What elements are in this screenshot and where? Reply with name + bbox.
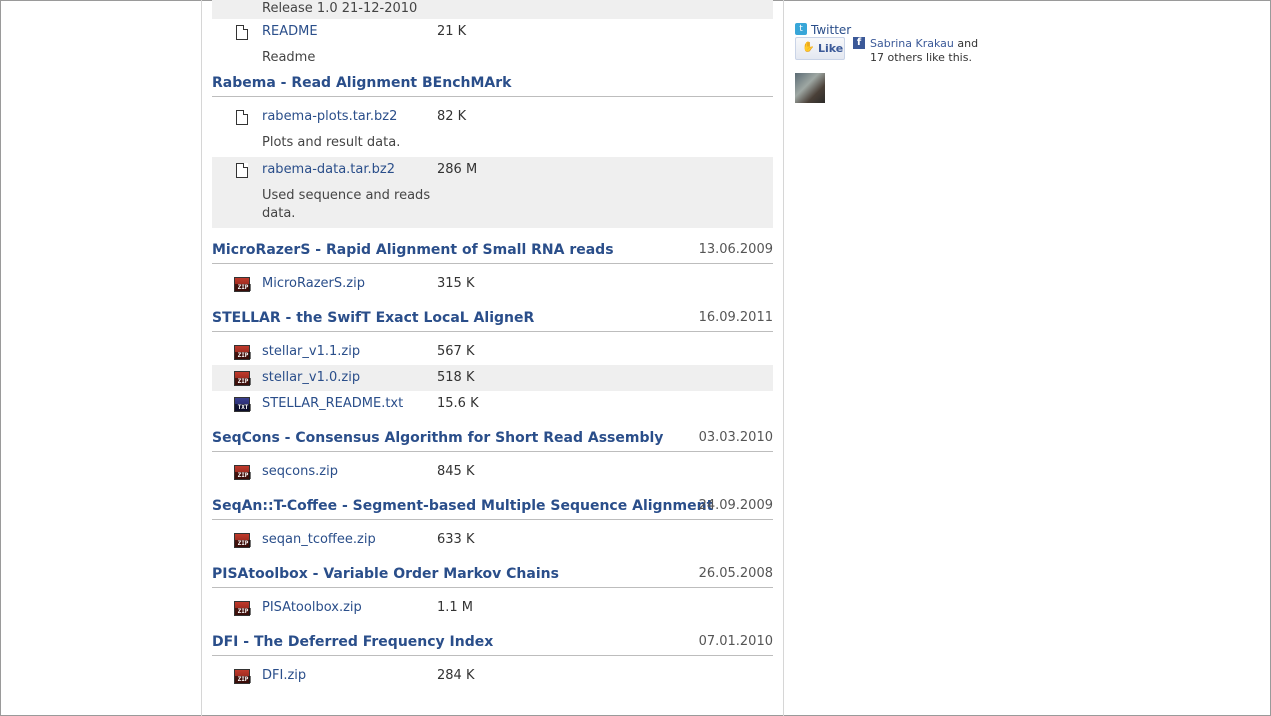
facebook-icon: f <box>853 37 865 49</box>
file-link[interactable]: rabema-plots.tar.bz2 <box>262 109 397 125</box>
section-header: MicroRazerS - Rapid Alignment of Small R… <box>212 238 773 272</box>
txt-file-icon: TXT <box>234 396 251 413</box>
zip-file-icon: ZIP <box>234 276 251 293</box>
file-link[interactable]: DFI.zip <box>262 668 306 684</box>
file-row: ZIP seqan_tcoffee.zip 633 K <box>212 527 773 553</box>
file-size: 284 K <box>437 668 475 683</box>
file-description: Plots and result data. <box>262 135 401 150</box>
facebook-like-button[interactable]: ✋ Like <box>795 37 845 60</box>
content-right-border <box>783 0 784 716</box>
file-size: 518 K <box>437 370 475 385</box>
file-size: 845 K <box>437 464 475 479</box>
file-link[interactable]: stellar_v1.1.zip <box>262 344 360 360</box>
file-link[interactable]: seqcons.zip <box>262 464 338 480</box>
zip-file-icon: ZIP <box>234 464 251 481</box>
section-date: 03.03.2010 <box>698 430 773 445</box>
zip-file-icon: ZIP <box>234 344 251 361</box>
section-title[interactable]: Rabema - Read Alignment BEnchMArk <box>212 71 511 95</box>
document-icon <box>234 162 250 179</box>
file-size: 15.6 K <box>437 396 479 411</box>
file-size: 567 K <box>437 344 475 359</box>
section-divider <box>212 331 773 332</box>
file-link[interactable]: seqan_tcoffee.zip <box>262 532 376 548</box>
file-row: rabema-data.tar.bz2 286 M <box>212 157 773 183</box>
release-text: Release 1.0 21-12-2010 <box>262 1 418 16</box>
likers-text: Sabrina Krakau and 17 others like this. <box>870 37 1000 65</box>
file-size: 633 K <box>437 532 475 547</box>
twitter-icon: t <box>795 23 807 35</box>
liker-and: and <box>957 37 979 50</box>
like-label: Like <box>818 42 844 55</box>
section-divider <box>212 519 773 520</box>
thumbs-up-icon: ✋ <box>802 42 815 53</box>
release-note: Release 1.0 21-12-2010 <box>212 0 773 19</box>
section-header: PISAtoolbox - Variable Order Markov Chai… <box>212 562 773 596</box>
file-description: Used sequence and reads data. <box>212 183 773 228</box>
content-left-border <box>201 0 202 716</box>
section-title[interactable]: STELLAR - the SwifT Exact LocaL AligneR <box>212 306 534 330</box>
document-icon <box>234 24 250 41</box>
zip-file-icon: ZIP <box>234 370 251 387</box>
section-header: Rabema - Read Alignment BEnchMArk <box>212 71 773 105</box>
section-title[interactable]: SeqAn::T-Coffee - Segment-based Multiple… <box>212 494 713 518</box>
section-date: 13.06.2009 <box>698 242 773 257</box>
file-link[interactable]: PISAtoolbox.zip <box>262 600 362 616</box>
file-size: 21 K <box>437 24 467 39</box>
file-size: 1.1 M <box>437 600 474 615</box>
file-size: 315 K <box>437 276 475 291</box>
section-divider <box>212 263 773 264</box>
section-header: SeqCons - Consensus Algorithm for Short … <box>212 426 773 460</box>
file-description: Readme <box>262 50 316 65</box>
file-link[interactable]: MicroRazerS.zip <box>262 276 365 292</box>
downloads-list: Release 1.0 21-12-2010 README 21 K Readm… <box>212 0 773 689</box>
file-row: TXT STELLAR_README.txt 15.6 K <box>212 391 773 417</box>
zip-file-icon: ZIP <box>234 668 251 685</box>
section-title[interactable]: PISAtoolbox - Variable Order Markov Chai… <box>212 562 559 586</box>
file-link[interactable]: README <box>262 24 318 40</box>
twitter-label[interactable]: Twitter <box>811 23 851 37</box>
avatar[interactable] <box>795 73 825 103</box>
section-title[interactable]: SeqCons - Consensus Algorithm for Short … <box>212 426 663 450</box>
section-header: STELLAR - the SwifT Exact LocaL AligneR … <box>212 306 773 340</box>
section-title[interactable]: DFI - The Deferred Frequency Index <box>212 630 493 654</box>
section-divider <box>212 451 773 452</box>
liker-name-link[interactable]: Sabrina Krakau <box>870 37 954 50</box>
file-description-text: Used sequence and reads data. <box>262 188 431 221</box>
liker-rest: 17 others like this. <box>870 51 972 64</box>
section-divider <box>212 587 773 588</box>
file-row: ZIP stellar_v1.1.zip 567 K <box>212 339 773 365</box>
zip-file-icon: ZIP <box>234 600 251 617</box>
file-row: ZIP MicroRazerS.zip 315 K <box>212 271 773 297</box>
section-header: SeqAn::T-Coffee - Segment-based Multiple… <box>212 494 773 528</box>
section-divider <box>212 655 773 656</box>
section-date: 16.09.2011 <box>698 310 773 325</box>
file-link[interactable]: rabema-data.tar.bz2 <box>262 162 395 178</box>
section-divider <box>212 96 773 97</box>
file-row: rabema-plots.tar.bz2 82 K <box>212 104 773 130</box>
section-title[interactable]: MicroRazerS - Rapid Alignment of Small R… <box>212 238 614 262</box>
zip-file-icon: ZIP <box>234 532 251 549</box>
file-link[interactable]: STELLAR_README.txt <box>262 396 403 412</box>
document-icon <box>234 109 250 126</box>
section-header: DFI - The Deferred Frequency Index 07.01… <box>212 630 773 664</box>
file-row: README 21 K <box>212 19 773 45</box>
file-size: 82 K <box>437 109 467 124</box>
file-size: 286 M <box>437 162 478 177</box>
section-date: 24.09.2009 <box>698 498 773 513</box>
file-row: ZIP DFI.zip 284 K <box>212 663 773 689</box>
section-date: 07.01.2010 <box>698 634 773 649</box>
file-row: ZIP stellar_v1.0.zip 518 K <box>212 365 773 391</box>
file-row: ZIP seqcons.zip 845 K <box>212 459 773 485</box>
section-date: 26.05.2008 <box>698 566 773 581</box>
file-link[interactable]: stellar_v1.0.zip <box>262 370 360 386</box>
file-row: ZIP PISAtoolbox.zip 1.1 M <box>212 595 773 621</box>
